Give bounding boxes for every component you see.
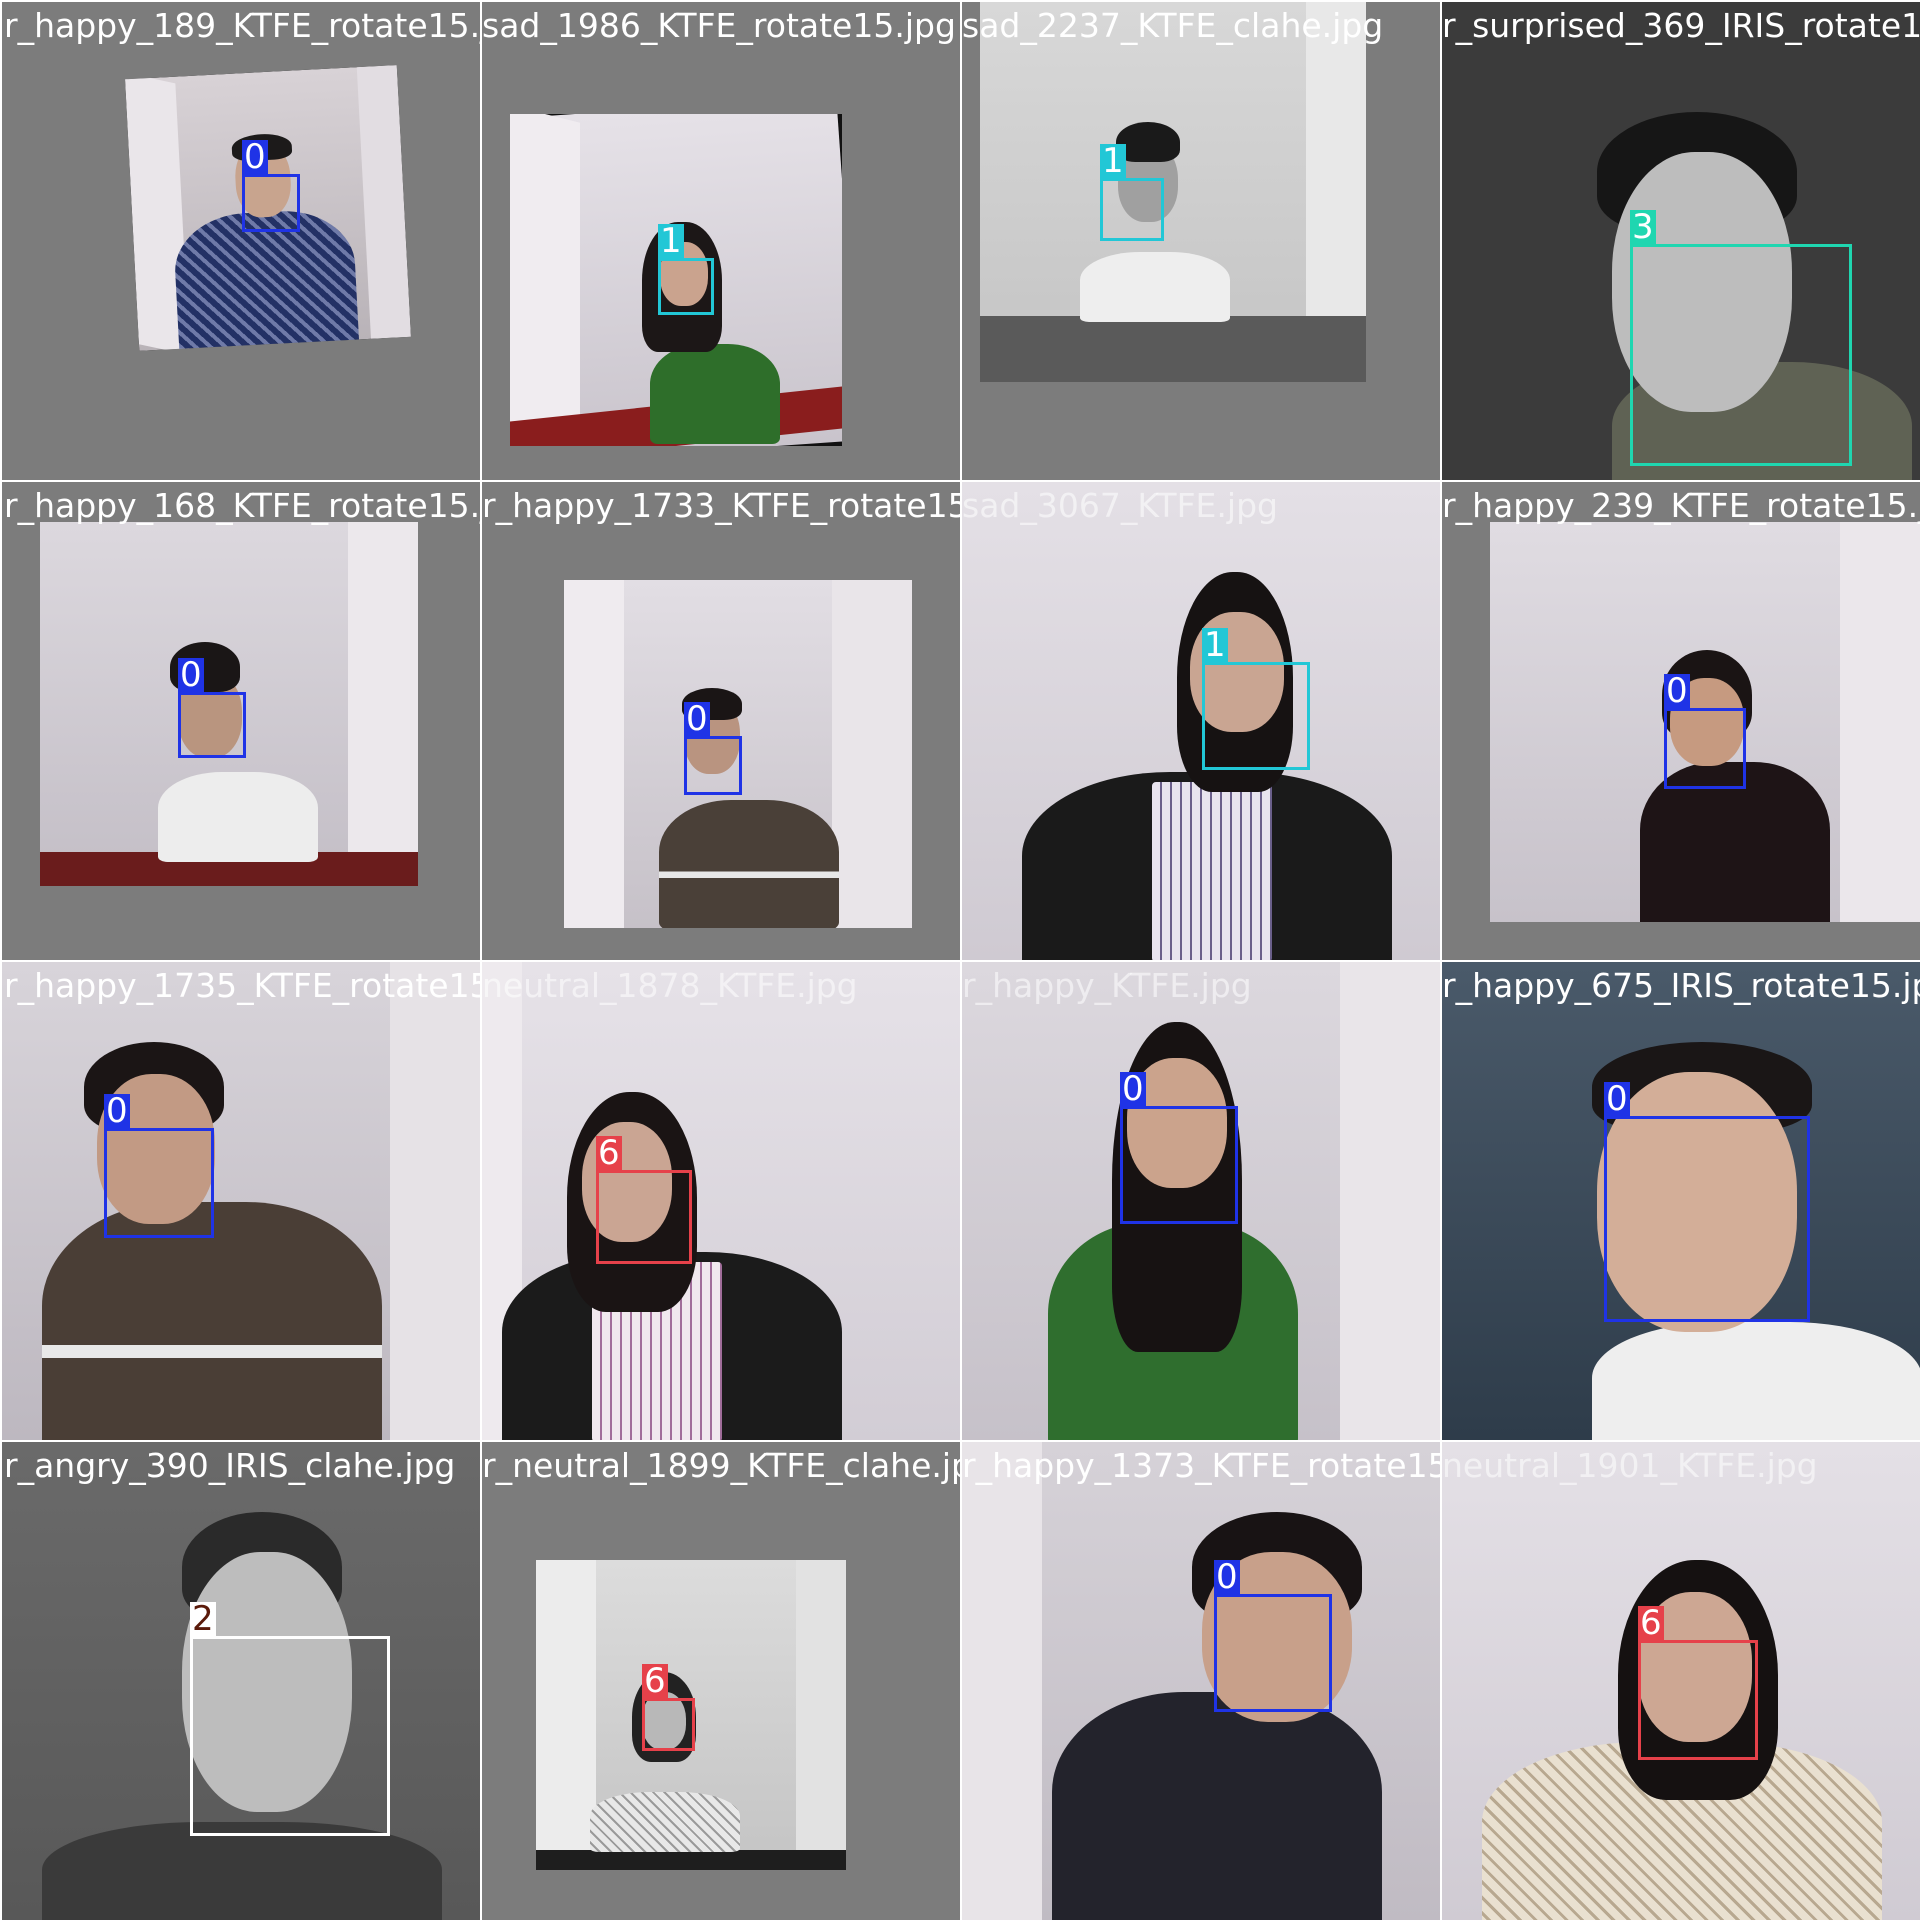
face-bounding-box <box>1214 1594 1332 1712</box>
grid-tile: 0 r_happy_239_KTFE_rotate15.jpg <box>1442 482 1920 960</box>
photo <box>962 482 1440 960</box>
grid-tile: 0 r_happy_1373_KTFE_rotate15.jpg <box>962 1442 1440 1920</box>
grid-tile: 3 r_surprised_369_IRIS_rotate15.jpg <box>1442 2 1920 480</box>
photo <box>962 1442 1440 1920</box>
grid-tile: 0 r_happy_168_KTFE_rotate15.jpg <box>2 482 480 960</box>
grid-tile: 0 r_happy_1733_KTFE_rotate15.jpg <box>482 482 960 960</box>
image-filename: sad_1986_KTFE_rotate15.jpg <box>482 6 956 45</box>
class-label: 3 <box>1630 207 1656 247</box>
grid-tile: 0 r_happy_1735_KTFE_rotate15.jpg <box>2 962 480 1440</box>
class-label: 1 <box>1100 141 1126 181</box>
face-bounding-box <box>1630 244 1852 466</box>
face-bounding-box <box>1604 1116 1810 1322</box>
face-bounding-box <box>684 736 742 795</box>
grid-tile: 1 sad_2237_KTFE_clahe.jpg <box>962 2 1440 480</box>
class-label: 0 <box>1664 671 1690 711</box>
face-bounding-box <box>190 1636 390 1836</box>
grid-tile: 0 r_happy_KTFE.jpg <box>962 962 1440 1440</box>
image-grid: 0 r_happy_189_KTFE_rotate15.jpg 1 sad_19… <box>0 0 1920 1920</box>
image-filename: r_happy_168_KTFE_rotate15.jpg <box>4 486 480 525</box>
image-filename: r_happy_239_KTFE_rotate15.jpg <box>1442 486 1920 525</box>
face-bounding-box <box>1638 1640 1758 1760</box>
image-filename: r_happy_189_KTFE_rotate15.jpg <box>4 6 480 45</box>
class-label: 2 <box>190 1599 216 1639</box>
image-filename: r_happy_1733_KTFE_rotate15.jpg <box>482 486 960 525</box>
face-bounding-box <box>178 692 246 758</box>
face-bounding-box <box>1202 662 1310 770</box>
face-bounding-box <box>642 1698 695 1751</box>
class-label: 1 <box>658 221 684 261</box>
grid-tile: 1 sad_1986_KTFE_rotate15.jpg <box>482 2 960 480</box>
photo <box>980 2 1366 382</box>
class-label: 6 <box>642 1661 668 1701</box>
class-label: 0 <box>1120 1069 1146 1109</box>
face-bounding-box <box>242 174 300 232</box>
grid-tile: 6 r_neutral_1899_KTFE_clahe.jpg <box>482 1442 960 1920</box>
class-label: 0 <box>178 655 204 695</box>
grid-tile: 6 neutral_1878_KTFE.jpg <box>482 962 960 1440</box>
face-bounding-box <box>658 258 714 315</box>
class-label: 0 <box>684 699 710 739</box>
class-label: 0 <box>242 137 268 177</box>
grid-tile: 1 sad_3067_KTFE.jpg <box>962 482 1440 960</box>
grid-tile: 0 r_happy_189_KTFE_rotate15.jpg <box>2 2 480 480</box>
class-label: 0 <box>1214 1557 1240 1597</box>
face-bounding-box <box>1664 708 1746 789</box>
photo <box>482 962 960 1440</box>
class-label: 1 <box>1202 625 1228 665</box>
class-label: 6 <box>596 1133 622 1173</box>
grid-tile: 6 neutral_1901_KTFE.jpg <box>1442 1442 1920 1920</box>
class-label: 6 <box>1638 1603 1664 1643</box>
class-label: 0 <box>1604 1079 1630 1119</box>
face-bounding-box <box>1120 1106 1238 1224</box>
face-bounding-box <box>104 1128 214 1238</box>
face-bounding-box <box>1100 178 1164 241</box>
grid-tile: 0 r_happy_675_IRIS_rotate15.jpg <box>1442 962 1920 1440</box>
photo <box>2 962 480 1440</box>
grid-tile: 2 r_angry_390_IRIS_clahe.jpg <box>2 1442 480 1920</box>
class-label: 0 <box>104 1091 130 1131</box>
face-bounding-box <box>596 1170 692 1264</box>
image-filename: r_neutral_1899_KTFE_clahe.jpg <box>482 1446 960 1485</box>
